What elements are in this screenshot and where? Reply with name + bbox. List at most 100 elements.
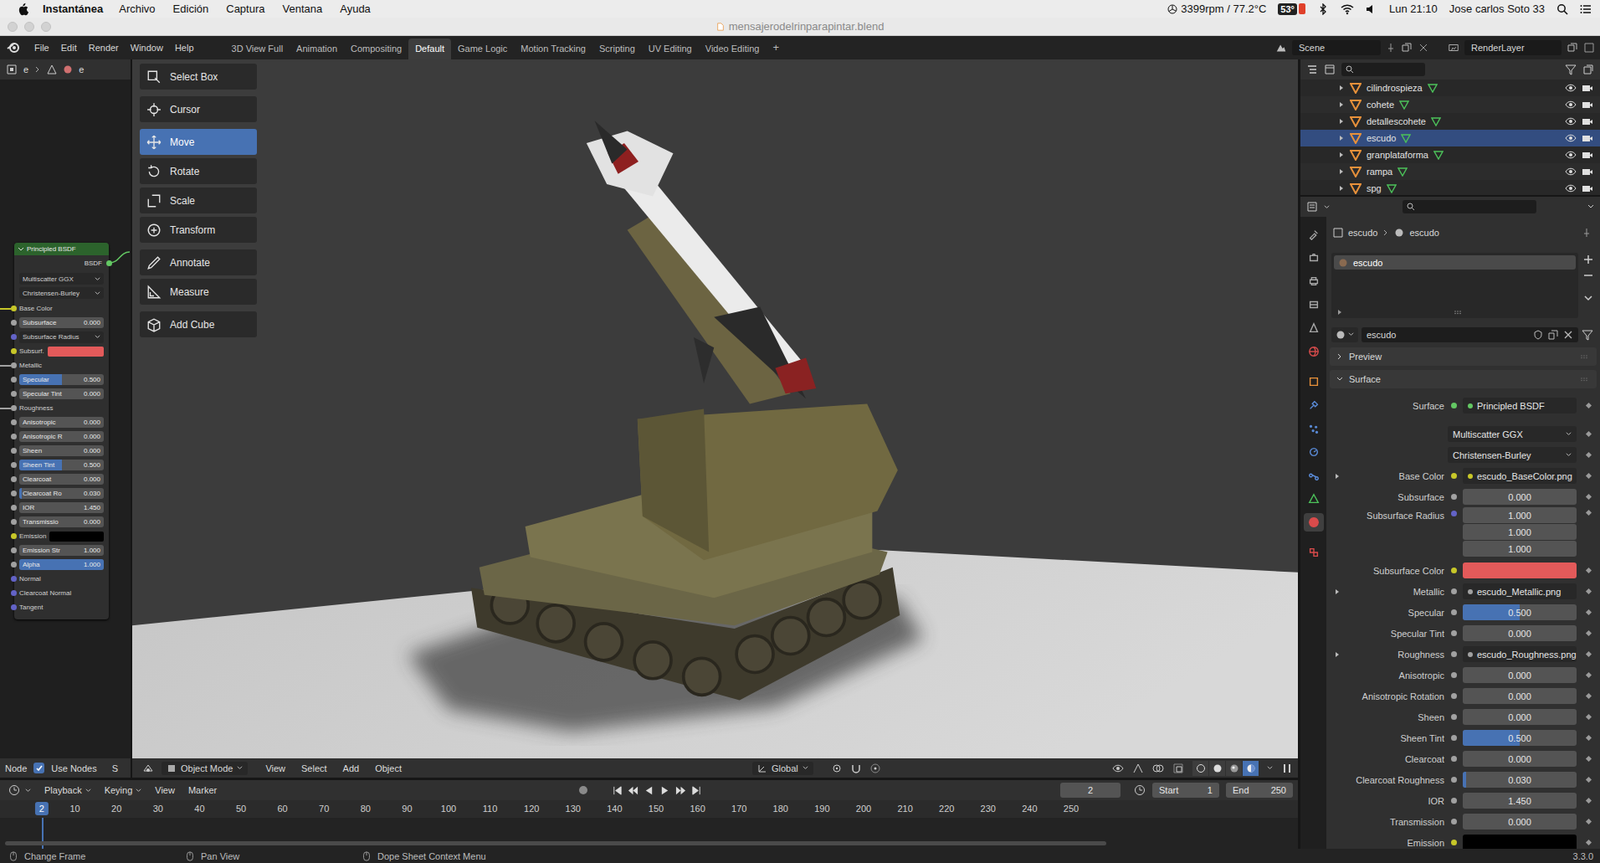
socket-dot[interactable]: [1451, 651, 1457, 657]
node-slider[interactable]: Specular Tint 0.000: [19, 388, 104, 400]
remove-view-layer-icon[interactable]: [1583, 41, 1595, 54]
socket-dot[interactable]: [1451, 493, 1457, 500]
outliner-item[interactable]: escudo: [1300, 129, 1600, 147]
properties-tab[interactable]: [1303, 466, 1324, 485]
properties-search[interactable]: [1402, 200, 1537, 214]
expand-icon[interactable]: [1338, 168, 1345, 175]
input-socket[interactable]: [10, 362, 17, 369]
auto-keying-button[interactable]: [574, 782, 592, 798]
workspace-tab[interactable]: 3D View Full: [225, 38, 291, 60]
linked-node-field[interactable]: escudo_Metallic.png: [1462, 583, 1577, 600]
close-button[interactable]: [7, 21, 18, 32]
properties-tab[interactable]: [1303, 295, 1324, 314]
menu-item[interactable]: Ventana: [282, 2, 324, 16]
collapse-icon[interactable]: [17, 246, 25, 253]
input-socket[interactable]: [10, 390, 17, 397]
workspace-tab[interactable]: Scripting: [592, 38, 642, 60]
visibility-icon[interactable]: [1564, 98, 1577, 111]
workspace-tab[interactable]: Animation: [289, 38, 344, 60]
drag-grip-icon[interactable]: [1579, 376, 1590, 382]
top-menu[interactable]: File: [28, 42, 56, 53]
use-nodes-label[interactable]: Use Nodes: [51, 763, 97, 774]
timeline-track[interactable]: [0, 817, 1298, 849]
outliner-item[interactable]: detallescohete: [1300, 112, 1600, 130]
workspace-tab[interactable]: Default: [408, 38, 452, 60]
fake-user-icon[interactable]: [1533, 329, 1544, 340]
input-socket[interactable]: [10, 447, 17, 454]
keyframe-dot[interactable]: [1584, 692, 1591, 699]
breadcrumb-material[interactable]: e: [78, 64, 84, 75]
expand-icon[interactable]: [1338, 117, 1345, 125]
slot-menu-icon[interactable]: [1583, 292, 1594, 303]
input-socket[interactable]: [10, 319, 17, 326]
node-slider[interactable]: Clearcoat Ro 0.030: [19, 487, 104, 499]
mesh-data-icon[interactable]: [1427, 82, 1438, 93]
mode-dropdown[interactable]: Object Mode: [161, 761, 248, 775]
viewport-canvas[interactable]: Select Box Cursor Move Rotate Scale Tran…: [132, 59, 1298, 759]
link-mode-icon[interactable]: [1581, 328, 1594, 341]
notifications-icon[interactable]: [1579, 3, 1592, 16]
mesh-data-icon[interactable]: [1430, 116, 1442, 127]
render-visibility-icon[interactable]: [1581, 132, 1594, 144]
socket-dot[interactable]: [1451, 818, 1457, 825]
node-slider[interactable]: Subsurface 0.000: [19, 317, 104, 329]
xray-icon[interactable]: [1172, 762, 1185, 775]
browse-material-button[interactable]: [1331, 327, 1359, 343]
slider-field[interactable]: 0.500: [1462, 604, 1577, 621]
number-field[interactable]: 1.000: [1462, 540, 1577, 557]
socket-dot[interactable]: [1451, 402, 1457, 409]
panel-header[interactable]: Preview: [1329, 347, 1597, 366]
node-dropdown[interactable]: Multiscatter GGX: [19, 272, 104, 285]
top-menu[interactable]: Render: [82, 42, 125, 53]
play-icon[interactable]: [659, 784, 671, 796]
shading-mode-button[interactable]: [1242, 760, 1259, 776]
input-socket[interactable]: [10, 376, 17, 383]
wifi-icon[interactable]: [1340, 3, 1354, 16]
pivot-icon[interactable]: [830, 762, 843, 775]
start-frame-field[interactable]: Start1: [1152, 782, 1220, 798]
previous-keyframe-icon[interactable]: [627, 784, 639, 796]
viewport-menu[interactable]: Add: [343, 763, 360, 774]
tool-button[interactable]: Rotate: [139, 158, 257, 185]
pin-icon[interactable]: [1385, 42, 1396, 53]
input-socket[interactable]: [10, 504, 17, 511]
play-reverse-icon[interactable]: [643, 784, 655, 796]
node-menu[interactable]: Node: [5, 763, 27, 774]
input-socket[interactable]: [10, 476, 17, 483]
socket-dot[interactable]: [1451, 630, 1457, 636]
socket-dot[interactable]: [1451, 797, 1457, 804]
socket-dot[interactable]: [1451, 839, 1457, 846]
properties-tab[interactable]: [1303, 372, 1324, 391]
slider-field[interactable]: 0.000: [1462, 488, 1577, 505]
editor-type-icon[interactable]: [8, 784, 21, 796]
dropdown-field[interactable]: Christensen-Burley: [1447, 446, 1577, 463]
menu-item[interactable]: Ayuda: [339, 2, 371, 16]
scene-name-field[interactable]: Scene: [1292, 40, 1381, 56]
workspace-tab[interactable]: Video Editing: [698, 38, 767, 60]
socket-dot[interactable]: [1451, 472, 1457, 479]
slider-field[interactable]: 0.500: [1462, 729, 1577, 746]
linked-node-field[interactable]: Principled BSDF: [1462, 397, 1577, 414]
temperature-badge[interactable]: 53°: [1277, 3, 1306, 16]
outliner-item[interactable]: granplataforma: [1300, 146, 1600, 164]
keyframe-dot[interactable]: [1584, 609, 1591, 616]
color-field[interactable]: [1462, 834, 1577, 849]
dropdown-field[interactable]: Multiscatter GGX: [1447, 425, 1577, 442]
node-canvas[interactable]: Principled BSDF BSDF Multiscatter GGX Ch…: [0, 79, 131, 759]
properties-tab[interactable]: [1303, 271, 1324, 291]
mesh-data-icon[interactable]: [1399, 99, 1410, 110]
app-menu[interactable]: Instantánea: [42, 2, 103, 16]
horizontal-scrollbar[interactable]: [5, 841, 1107, 846]
snap-icon[interactable]: [850, 762, 862, 775]
new-scene-icon[interactable]: [1400, 41, 1413, 54]
editor-type-icon[interactable]: [1306, 200, 1318, 213]
socket-dot[interactable]: [1451, 755, 1457, 762]
shading-options-icon[interactable]: [1266, 764, 1273, 771]
render-visibility-icon[interactable]: [1581, 165, 1594, 178]
properties-tab[interactable]: [1303, 489, 1324, 508]
render-visibility-icon[interactable]: [1581, 182, 1594, 195]
keyframe-dot[interactable]: [1584, 630, 1591, 636]
fan-status[interactable]: 3399rpm / 77.2°C: [1167, 2, 1267, 16]
workspace-tab[interactable]: Motion Tracking: [513, 38, 593, 60]
outliner-item[interactable]: cohete: [1300, 96, 1600, 113]
